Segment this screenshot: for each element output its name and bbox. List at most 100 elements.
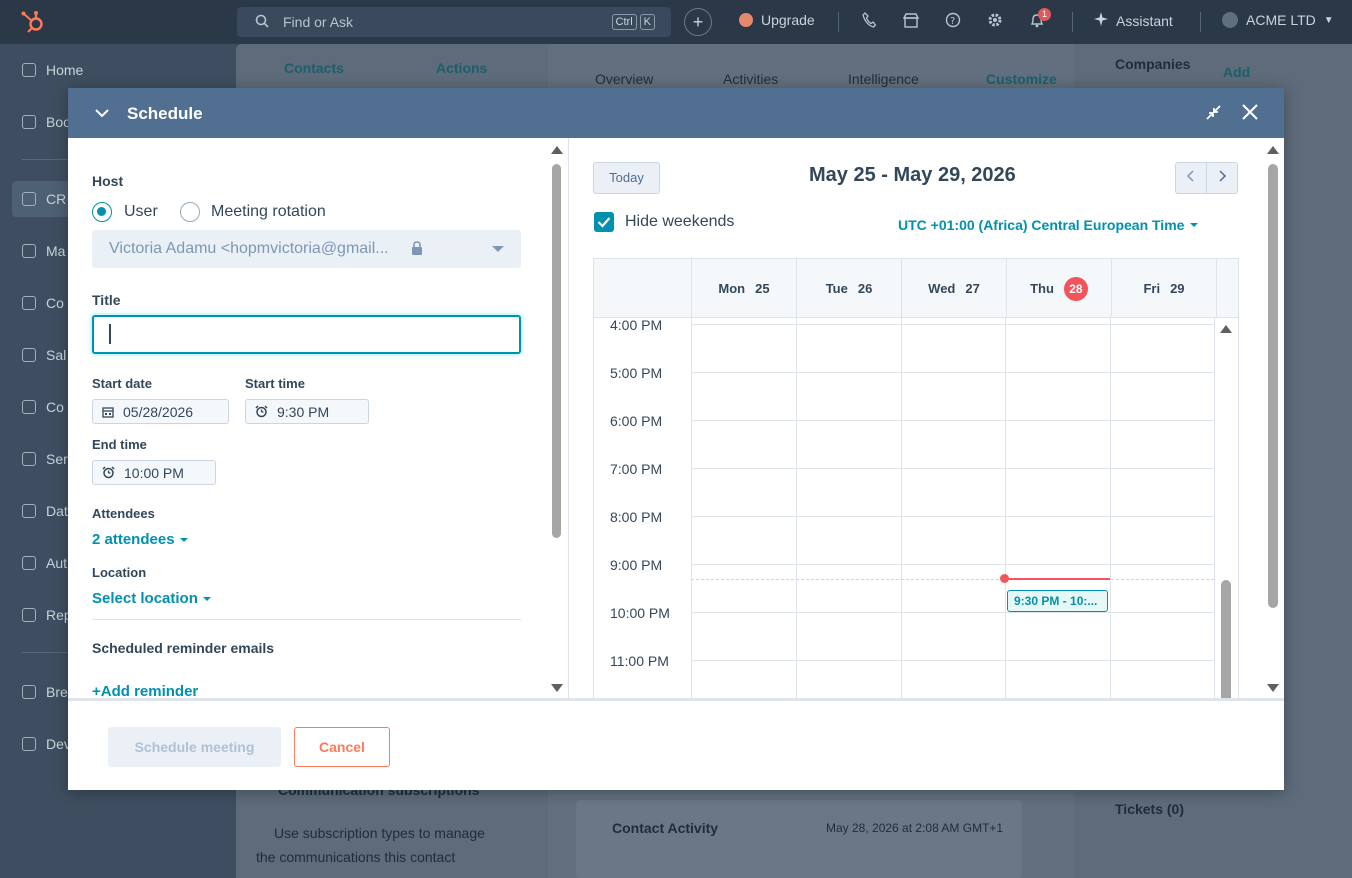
hour-gridline [691,468,1214,469]
kbd-ctrl: Ctrl [611,14,637,30]
location-value: Select location [92,590,198,607]
day-number: 27 [965,281,980,296]
hour-label: 9:00 PM [610,557,663,573]
sidebar-item-home[interactable]: Home [22,62,83,78]
start-date-field[interactable]: 05/28/2026 [92,399,229,424]
account-menu[interactable]: ACME LTD ▼ [1222,12,1334,28]
hour-gridline [691,420,1214,421]
actions-dropdown[interactable]: Actions [436,60,487,76]
nav-divider [1072,12,1073,32]
scroll-down-arrow-icon[interactable] [551,684,563,692]
scheduled-meeting-event[interactable]: 9:30 PM - 10:... [1007,590,1108,612]
checkmark-icon [597,217,611,228]
host-label: Host [92,173,124,189]
form-scrollbar[interactable] [550,144,564,692]
start-date-label: Start date [92,376,152,391]
calendar-inner-scrollbar[interactable] [1214,318,1238,698]
scroll-down-arrow-icon[interactable] [1267,684,1279,692]
tickets-card-title[interactable]: Tickets (0) [1115,801,1184,817]
day-header-spacer [1216,259,1238,318]
sidebar-item-breeze[interactable]: Bre [22,684,68,700]
upgrade-button[interactable]: Upgrade [739,12,815,28]
phone-icon[interactable] [862,12,877,32]
start-time-field[interactable]: 9:30 PM [245,399,369,424]
sidebar-item-data[interactable]: Dat [22,503,68,519]
hour-gridline [691,324,1214,325]
collapse-chevron-icon[interactable] [94,105,110,124]
add-company-link[interactable]: Add [1223,64,1250,80]
sidebar-item-bookmarks[interactable]: Boo [22,114,71,130]
sidebar-item-content[interactable]: Co [22,295,64,311]
hide-weekends-label[interactable]: Hide weekends [625,213,734,231]
calendar-day-headers: Mon 25 Tue 26 Wed 27 Thu 28 Fri 29 [594,259,1238,318]
back-to-contacts-link[interactable]: Contacts [284,60,344,76]
sidebar-item-commerce[interactable]: Co [22,399,64,415]
hubspot-logo-icon[interactable] [20,10,46,34]
lock-icon [410,240,424,261]
sidebar-item-automation[interactable]: Aut [22,555,67,571]
meeting-rotation-radio[interactable] [180,202,200,222]
calendar-time-grid[interactable]: 4:00 PM 5:00 PM 6:00 PM 7:00 PM 8:00 PM … [594,317,1238,698]
today-button[interactable]: Today [593,162,660,194]
calendar-pane-scrollbar-thumb[interactable] [1268,164,1278,608]
marketing-icon [22,244,36,258]
chevron-down-icon [492,246,504,252]
scroll-up-arrow-icon[interactable] [1267,146,1279,154]
sidebar-item-crm[interactable]: CR [22,191,66,207]
create-new-button[interactable]: + [684,8,712,36]
scroll-up-arrow-icon[interactable] [1220,325,1232,333]
marketplace-icon[interactable] [902,12,920,32]
previous-week-button[interactable] [1175,162,1207,194]
form-scrollbar-thumb[interactable] [552,164,561,538]
tab-activities[interactable]: Activities [723,71,778,87]
next-week-button[interactable] [1206,162,1238,194]
hour-gridline [691,372,1214,373]
sparkle-icon [1094,12,1108,29]
attendees-value: 2 attendees [92,531,175,548]
day-column-line [691,318,692,698]
sidebar-item-sales[interactable]: Sal [22,347,66,363]
alarm-clock-icon [255,405,268,418]
tab-intelligence[interactable]: Intelligence [848,71,919,87]
timezone-dropdown[interactable]: UTC +01:00 (Africa) Central European Tim… [898,217,1199,233]
companies-card-title[interactable]: Companies [1115,56,1190,72]
add-reminder-button[interactable]: +Add reminder [92,683,198,698]
location-dropdown[interactable]: Select location [92,590,211,607]
end-time-field[interactable]: 10:00 PM [92,460,216,485]
hour-label: 5:00 PM [610,365,663,381]
host-user-radio[interactable] [92,202,112,222]
calendar-inner-scrollbar-thumb[interactable] [1221,580,1231,698]
nav-divider [1200,12,1201,32]
host-select-value: Victoria Adamu <hopmvictoria@gmail... [109,240,389,257]
global-search[interactable]: Find or Ask Ctrl K [237,7,671,37]
host-user-radio-label[interactable]: User [124,203,158,221]
sidebar-item-reporting[interactable]: Rep [22,607,72,623]
sidebar-item-development[interactable]: Dev [22,736,71,752]
week-calendar-grid: Mon 25 Tue 26 Wed 27 Thu 28 Fri 29 4:00 PM 5:… [593,258,1239,698]
sidebar-item-marketing[interactable]: Ma [22,243,65,259]
close-icon[interactable] [1241,103,1259,124]
day-header-wed: Wed 27 [901,259,1006,318]
cancel-button[interactable]: Cancel [294,727,390,767]
upgrade-label: Upgrade [761,12,815,28]
minimize-icon[interactable] [1205,104,1222,124]
hide-weekends-checkbox[interactable] [594,212,614,232]
home-icon [22,63,36,77]
customize-tabs-link[interactable]: Customize [986,71,1057,87]
hour-label: 6:00 PM [610,413,663,429]
settings-gear-icon[interactable] [987,12,1003,32]
chevron-right-icon [1219,170,1227,182]
sidebar-item-service[interactable]: Ser [22,451,68,467]
assistant-button[interactable]: Assistant [1094,12,1173,29]
account-name: ACME LTD [1246,12,1316,28]
calendar-pane-scrollbar[interactable] [1266,144,1280,692]
tab-overview[interactable]: Overview [595,71,653,87]
schedule-meeting-button[interactable]: Schedule meeting [108,727,281,767]
meeting-title-input[interactable] [92,315,521,354]
scroll-up-arrow-icon[interactable] [551,146,563,154]
sales-icon [22,348,36,362]
attendees-dropdown[interactable]: 2 attendees [92,531,188,548]
help-icon[interactable]: ? [945,12,961,32]
meeting-rotation-radio-label[interactable]: Meeting rotation [211,203,326,221]
hour-label: 10:00 PM [610,605,670,621]
